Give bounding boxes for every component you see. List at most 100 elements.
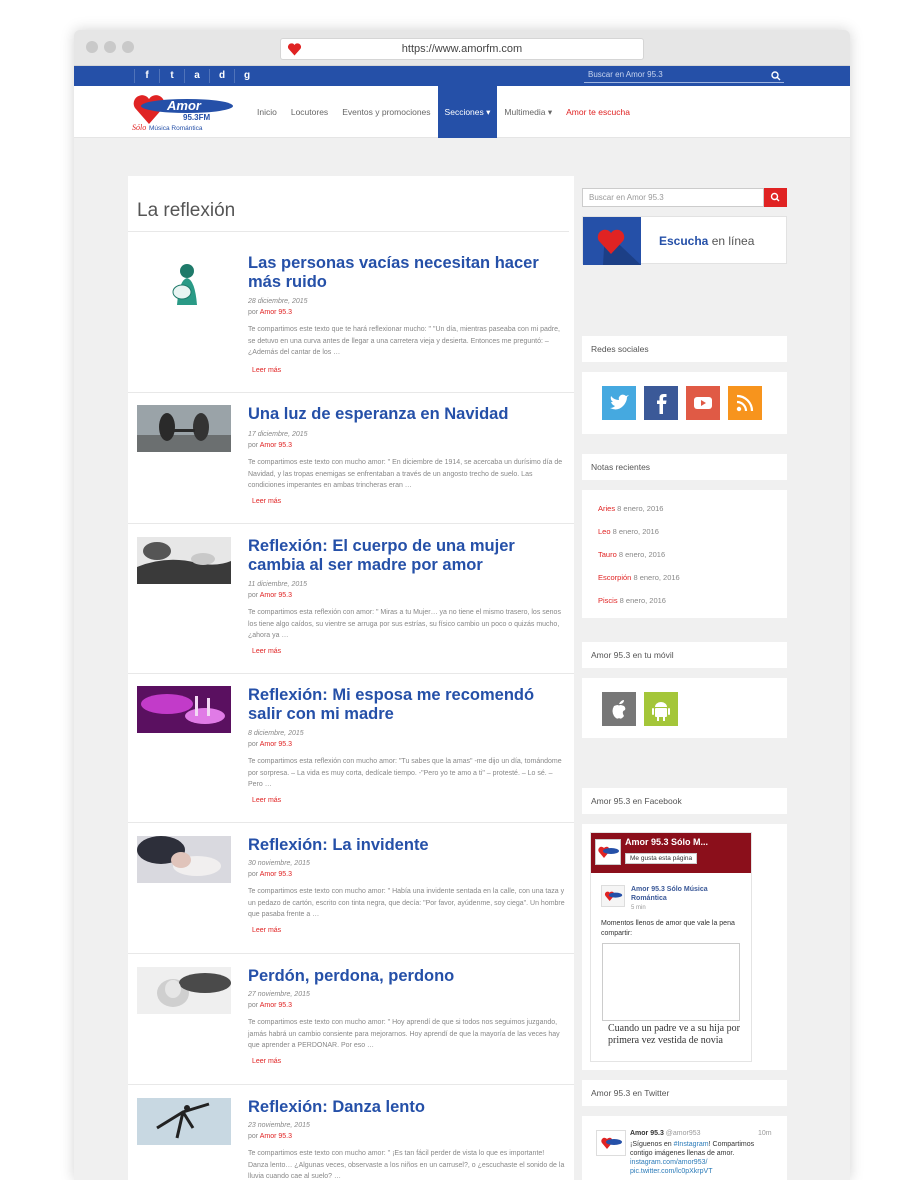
post-author-link[interactable]: Amor 95.3 [260, 1133, 292, 1140]
post-thumbnail[interactable] [137, 836, 231, 883]
listen-banner-box [583, 217, 641, 265]
nav-locutores[interactable]: Locutores [284, 86, 335, 138]
post-thumbnail[interactable] [137, 1098, 231, 1145]
recent-note-link[interactable]: Aries [598, 504, 615, 513]
post-title[interactable]: Perdón, perdona, perdono [248, 967, 568, 986]
tweet-hashtag-link[interactable]: #Instagram [674, 1141, 709, 1148]
twitter-author[interactable]: Amor 95.3 @amor953 [630, 1130, 701, 1137]
recent-note-link[interactable]: Escorpión [598, 573, 631, 582]
post-author-link[interactable]: Amor 95.3 [260, 309, 292, 316]
facebook-post-time: 5 min [631, 905, 646, 911]
post-item: Reflexión: La invidente 30 noviembre, 20… [128, 823, 574, 954]
post-title[interactable]: Reflexión: El cuerpo de una mujer cambia… [248, 537, 568, 575]
post-date: 23 noviembre, 2015 [248, 1122, 310, 1129]
recent-note: Escorpión 8 enero, 2016 [598, 573, 680, 582]
listen-online-banner[interactable]: Escucha en línea [582, 216, 787, 265]
nav-inicio[interactable]: Inicio [250, 86, 284, 138]
post-author-link[interactable]: Amor 95.3 [260, 442, 292, 449]
browser-chrome: https://www.amorfm.com [74, 30, 850, 66]
post-author: por Amor 95.3 [248, 871, 292, 878]
twitter-icon[interactable]: t [159, 69, 184, 83]
post-author: por Amor 95.3 [248, 309, 292, 316]
apple-icon[interactable]: a [184, 69, 209, 83]
recent-note-link[interactable]: Leo [598, 527, 611, 536]
by-label: por [248, 871, 259, 878]
recent-note-date: 8 enero, 2016 [610, 527, 659, 536]
listen-online-label: Escucha en línea [659, 234, 754, 248]
top-search-input[interactable]: Buscar en Amor 95.3 [584, 68, 784, 83]
post-author-link[interactable]: Amor 95.3 [260, 871, 292, 878]
by-label: por [248, 741, 259, 748]
by-label: por [248, 442, 259, 449]
facebook-icon[interactable] [644, 386, 678, 420]
recent-note-date: 8 enero, 2016 [631, 573, 680, 582]
google-plus-icon[interactable]: g [234, 69, 259, 83]
post-date: 11 diciembre, 2015 [248, 581, 308, 588]
close-dot[interactable] [86, 41, 98, 53]
post-title[interactable]: Reflexión: La invidente [248, 836, 568, 855]
read-more-link[interactable]: Leer más [252, 797, 281, 804]
mobile-widget-title: Amor 95.3 en tu móvil [582, 642, 787, 668]
post-author: por Amor 95.3 [248, 741, 292, 748]
search-icon[interactable] [770, 70, 782, 82]
facebook-post-avatar [601, 885, 625, 907]
post-title[interactable]: Una luz de esperanza en Navidad [248, 405, 568, 424]
tweet-pic-link[interactable]: pic.twitter.com/lc0pXkrpVT [630, 1168, 712, 1175]
android-icon[interactable] [644, 692, 678, 726]
post-date: 17 diciembre, 2015 [248, 431, 308, 438]
post-title[interactable]: Reflexión: Mi esposa me recomendó salir … [248, 686, 568, 724]
post-author-link[interactable]: Amor 95.3 [260, 741, 292, 748]
facebook-post-text: Momentos llenos de amor que vale la pena… [601, 920, 735, 937]
twitter-handle: @amor953 [663, 1130, 701, 1137]
post-title[interactable]: Las personas vacías necesitan hacer más … [248, 254, 568, 292]
post-author: por Amor 95.3 [248, 442, 292, 449]
tweet-link[interactable]: instagram.com/amor953/ [630, 1159, 707, 1166]
post-thumbnail[interactable] [137, 258, 231, 305]
heart-icon [597, 229, 641, 265]
rss-icon[interactable] [728, 386, 762, 420]
amor-logo[interactable]: Amor 95.3FM Sólo Música Romántica [129, 90, 239, 134]
url-text: https://www.amorfm.com [401, 43, 523, 55]
address-bar[interactable]: https://www.amorfm.com [280, 38, 644, 60]
recent-note-link[interactable]: Tauro [598, 550, 617, 559]
browser-window: https://www.amorfm.com f t a d g Buscar … [74, 30, 850, 1180]
minimize-dot[interactable] [104, 41, 116, 53]
apple-icon[interactable] [602, 692, 636, 726]
read-more-link[interactable]: Leer más [252, 648, 281, 655]
read-more-link[interactable]: Leer más [252, 1058, 281, 1065]
facebook-post-author[interactable]: Amor 95.3 Sólo Música Romántica [631, 885, 741, 903]
sidebar-search-input[interactable]: Buscar en Amor 95.3 [582, 188, 764, 207]
youtube-icon[interactable] [686, 386, 720, 420]
page-title: La reflexión [128, 176, 569, 232]
facebook-page-name[interactable]: Amor 95.3 Sólo M... [625, 837, 708, 847]
post-author-link[interactable]: Amor 95.3 [260, 592, 292, 599]
post-excerpt: Te compartimos este texto que te hará re… [248, 326, 560, 356]
nav-eventos[interactable]: Eventos y promociones [335, 86, 437, 138]
facebook-icon[interactable]: f [134, 69, 159, 83]
android-icon[interactable]: d [209, 69, 234, 83]
read-more-link[interactable]: Leer más [252, 927, 281, 934]
nav-amor-te-escucha[interactable]: Amor te escucha [559, 86, 637, 138]
recent-note-link[interactable]: Piscis [598, 596, 618, 605]
nav-multimedia[interactable]: Multimedia ▾ [497, 86, 559, 138]
post-thumbnail[interactable] [137, 967, 231, 1014]
facebook-embed[interactable]: Amor 95.3 Sólo M... Me gusta esta página… [590, 832, 752, 1062]
post-title[interactable]: Reflexión: Danza lento [248, 1098, 568, 1117]
main-nav: Inicio Locutores Eventos y promociones S… [250, 86, 637, 138]
maximize-dot[interactable] [122, 41, 134, 53]
twitter-icon[interactable] [602, 386, 636, 420]
recent-note: Aries 8 enero, 2016 [598, 504, 663, 513]
read-more-link[interactable]: Leer más [252, 367, 281, 374]
main-content: La reflexión Las personas vacías necesit… [128, 176, 574, 1180]
facebook-post-image[interactable] [602, 943, 740, 1021]
twitter-avatar [596, 1130, 626, 1156]
post-thumbnail[interactable] [137, 405, 231, 452]
sidebar-search-button[interactable] [764, 188, 787, 207]
post-thumbnail[interactable] [137, 537, 231, 584]
post-author-link[interactable]: Amor 95.3 [260, 1002, 292, 1009]
facebook-like-button[interactable]: Me gusta esta página [625, 853, 698, 864]
post-thumbnail[interactable] [137, 686, 231, 733]
read-more-link[interactable]: Leer más [252, 498, 281, 505]
window-controls [86, 41, 134, 53]
nav-secciones[interactable]: Secciones ▾ [437, 86, 498, 138]
